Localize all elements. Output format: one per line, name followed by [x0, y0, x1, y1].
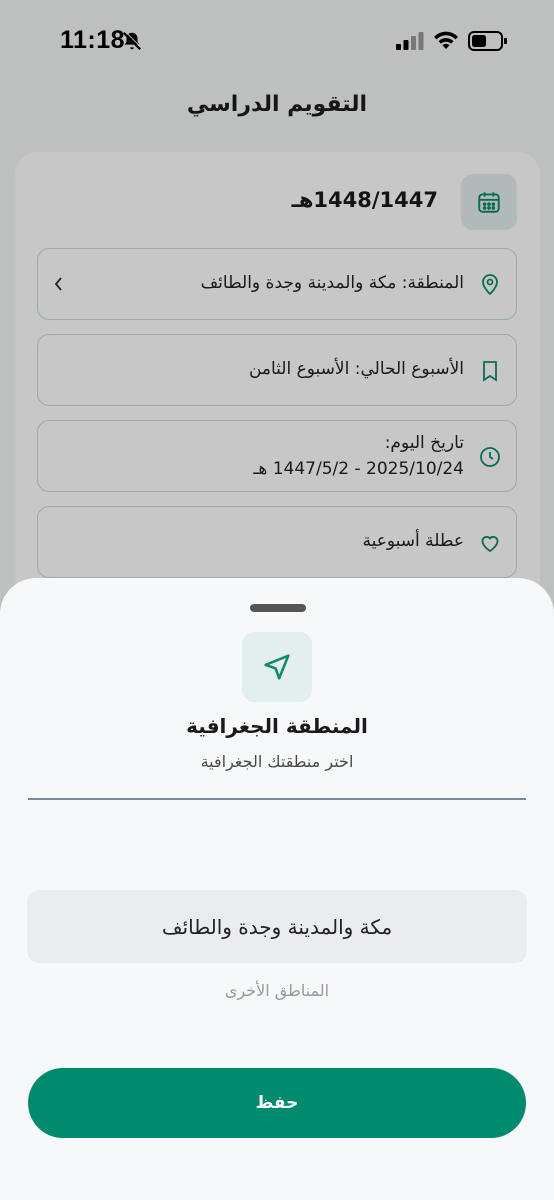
sheet-subtitle: اختر منطقتك الجغرافية — [200, 752, 354, 771]
screen: 11:18 التقويم الدراسي 1448/1447هـ المنطق… — [0, 0, 554, 1200]
sheet-divider — [28, 798, 526, 800]
navigation-arrow-icon — [264, 654, 290, 680]
region-option-other[interactable]: المناطق الأخرى — [0, 981, 554, 1000]
sheet-drag-handle[interactable] — [250, 604, 306, 612]
sheet-icon-box — [242, 632, 312, 702]
save-button[interactable]: حفظ — [28, 1068, 526, 1138]
region-bottom-sheet: المنطقة الجغرافية اختر منطقتك الجغرافية … — [0, 578, 554, 1200]
region-option-selected[interactable]: مكة والمدينة وجدة والطائف — [27, 890, 527, 963]
sheet-title: المنطقة الجغرافية — [186, 714, 368, 738]
